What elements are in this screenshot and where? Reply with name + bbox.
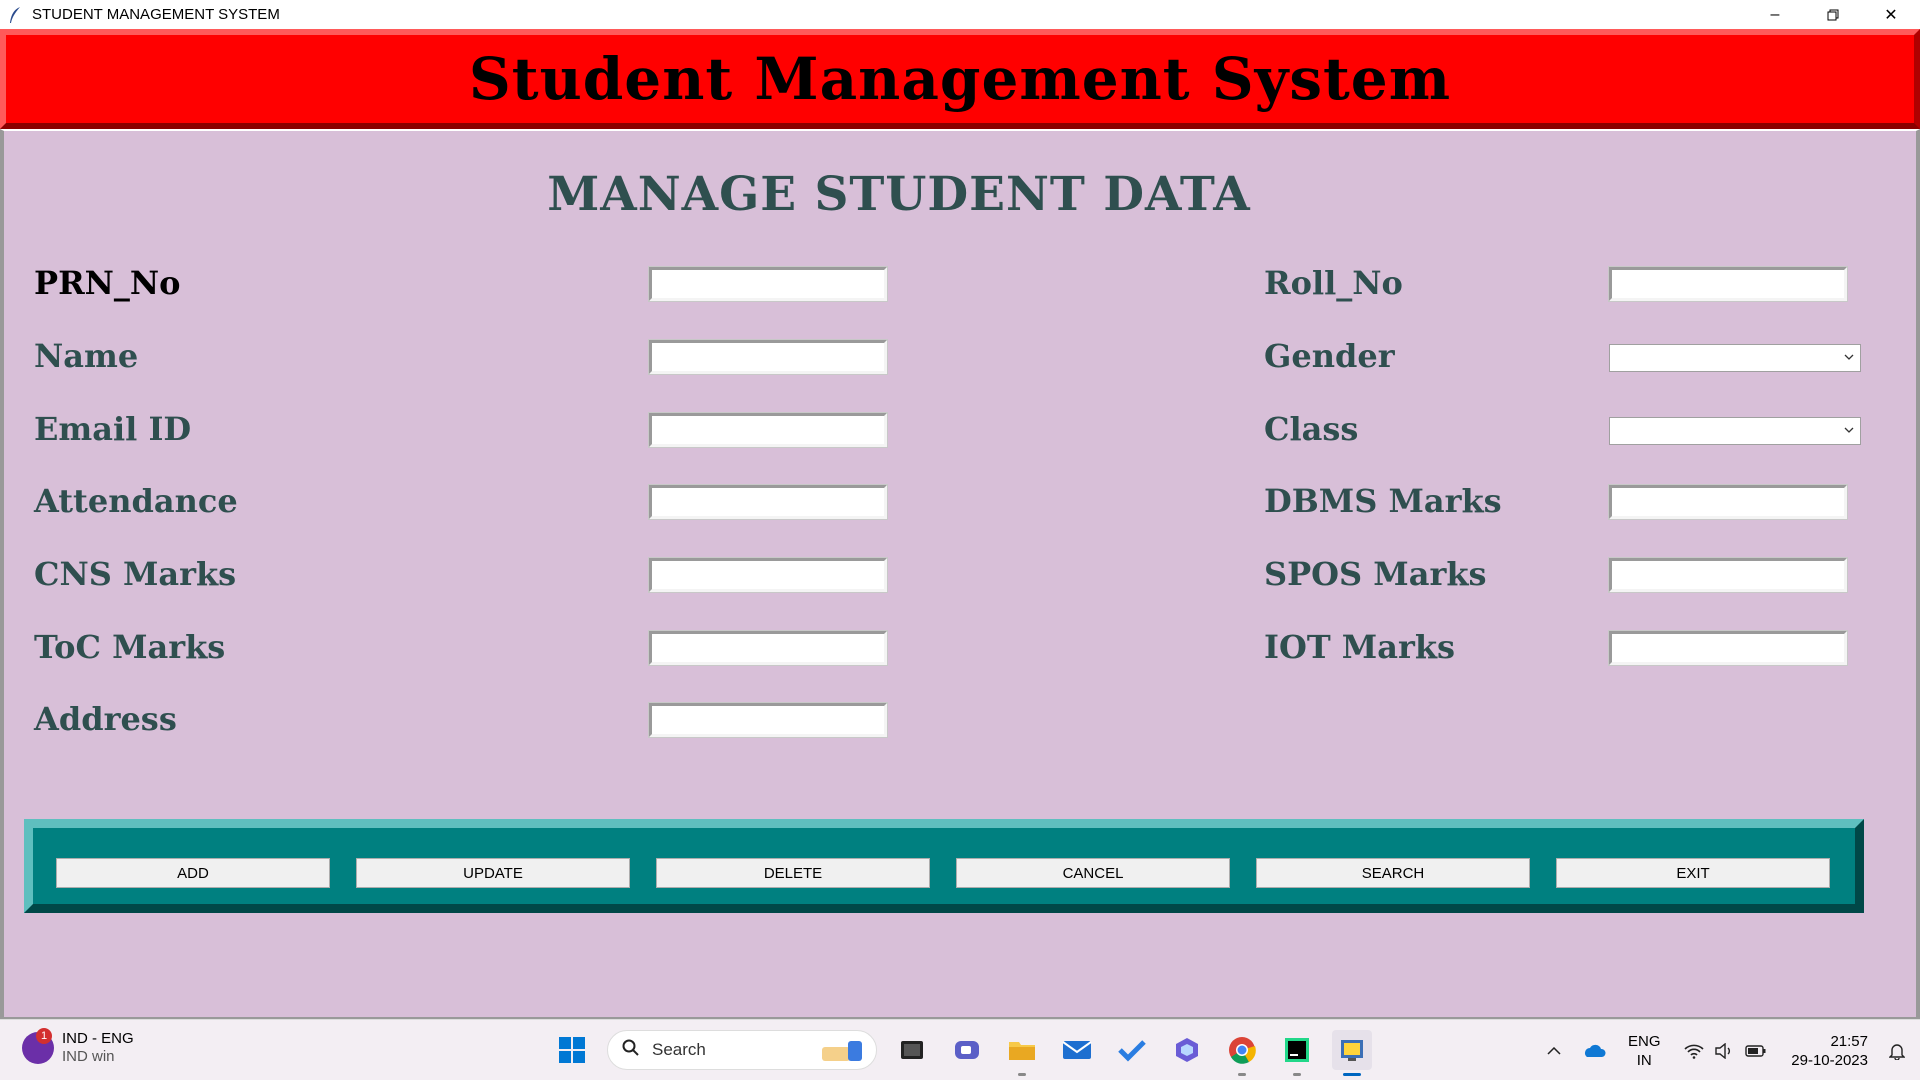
header-banner: Student Management System (0, 29, 1920, 129)
toc-marks-label: ToC Marks (34, 628, 226, 666)
cancel-button[interactable]: CANCEL (956, 858, 1230, 888)
dbms-marks-input[interactable] (1608, 484, 1848, 520)
lang-line1: IND - ENG (62, 1030, 134, 1047)
lang-line2: IND win (62, 1048, 115, 1065)
close-icon: ✕ (1884, 6, 1898, 24)
notification-badge: 1 (36, 1028, 52, 1044)
address-label: Address (34, 700, 177, 738)
gender-label: Gender (1264, 337, 1395, 375)
class-combobox[interactable] (1609, 417, 1861, 445)
chrome-icon[interactable] (1222, 1030, 1262, 1076)
address-input[interactable] (648, 702, 888, 738)
wifi-icon[interactable] (1679, 1043, 1709, 1059)
iot-marks-label: IOT Marks (1264, 628, 1455, 666)
input-lang-code: ENG (1628, 1032, 1661, 1050)
email-input[interactable] (648, 412, 888, 448)
add-button[interactable]: ADD (56, 858, 330, 888)
battery-icon[interactable] (1739, 1044, 1773, 1058)
class-label: Class (1264, 410, 1359, 448)
minimize-button[interactable]: – (1746, 0, 1804, 29)
windows-start-icon[interactable] (552, 1030, 592, 1070)
toc-marks-input[interactable] (648, 630, 888, 666)
search-button[interactable]: SEARCH (1256, 858, 1530, 888)
prn-label: PRN_No (34, 264, 181, 302)
volume-icon[interactable] (1709, 1042, 1739, 1059)
teams-chat-icon[interactable] (947, 1030, 987, 1070)
cns-marks-label: CNS Marks (34, 555, 237, 593)
roll-no-label: Roll_No (1264, 264, 1403, 302)
iot-marks-input[interactable] (1608, 630, 1848, 666)
chevron-down-icon[interactable] (1842, 423, 1856, 437)
taskbar: 1 IND - ENG IND win Search ENG IN 21:57 … (0, 1019, 1920, 1080)
delete-button[interactable]: DELETE (656, 858, 930, 888)
prn-input[interactable] (648, 266, 888, 302)
close-button[interactable]: ✕ (1862, 0, 1920, 29)
running-indicator (1018, 1073, 1026, 1076)
clock[interactable]: 21:57 29-10-2023 (1791, 1032, 1868, 1070)
active-indicator (1343, 1073, 1361, 1076)
name-input[interactable] (648, 339, 888, 375)
chevron-up-icon[interactable] (1539, 1046, 1569, 1055)
search-highlight-icon (818, 1037, 868, 1065)
input-region-code: IN (1636, 1051, 1652, 1069)
button-frame: ADD UPDATE DELETE CANCEL SEARCH EXIT (24, 819, 1864, 913)
notification-bell-icon[interactable] (1882, 1042, 1912, 1060)
spos-marks-input[interactable] (1608, 557, 1848, 593)
app-heading: Student Management System (468, 45, 1452, 113)
name-label: Name (34, 337, 139, 375)
search-placeholder: Search (652, 1040, 706, 1059)
restore-button[interactable] (1804, 0, 1862, 29)
profile-app-icon[interactable]: 1 (22, 1028, 54, 1064)
input-language[interactable]: ENG IN (1619, 1032, 1669, 1070)
cns-marks-input[interactable] (648, 557, 888, 593)
dbms-marks-label: DBMS Marks (1264, 482, 1502, 520)
todo-icon[interactable] (1112, 1030, 1152, 1070)
feather-icon (6, 6, 24, 24)
gender-combobox[interactable] (1609, 344, 1861, 372)
running-indicator (1238, 1073, 1246, 1076)
minimize-icon: – (1770, 5, 1780, 23)
window-title-bar: STUDENT MANAGEMENT SYSTEM – ✕ (0, 0, 1920, 29)
clock-time: 21:57 (1830, 1032, 1868, 1050)
mail-icon[interactable] (1057, 1030, 1097, 1070)
roll-no-input[interactable] (1608, 266, 1848, 302)
panel-title: MANAGE STUDENT DATA (547, 167, 1251, 222)
attendance-label: Attendance (34, 482, 238, 520)
onedrive-icon[interactable] (1569, 1044, 1619, 1058)
spos-marks-label: SPOS Marks (1264, 555, 1487, 593)
window-title: STUDENT MANAGEMENT SYSTEM (32, 6, 280, 23)
clock-date: 29-10-2023 (1791, 1051, 1868, 1069)
file-explorer-icon[interactable] (1002, 1030, 1042, 1076)
python-app-icon[interactable] (1332, 1030, 1372, 1076)
pycharm-icon[interactable] (1277, 1030, 1317, 1076)
update-button[interactable]: UPDATE (356, 858, 630, 888)
copilot-icon[interactable] (1167, 1030, 1207, 1070)
search-icon (622, 1039, 640, 1062)
taskbar-search-box[interactable]: Search (607, 1030, 877, 1070)
attendance-input[interactable] (648, 484, 888, 520)
exit-button[interactable]: EXIT (1556, 858, 1830, 888)
task-view-icon[interactable] (892, 1030, 932, 1070)
chevron-down-icon[interactable] (1842, 350, 1856, 364)
running-indicator (1293, 1073, 1301, 1076)
widgets-area[interactable]: 1 IND - ENG IND win (22, 1028, 134, 1066)
email-label: Email ID (34, 410, 192, 448)
restore-icon (1827, 9, 1839, 20)
